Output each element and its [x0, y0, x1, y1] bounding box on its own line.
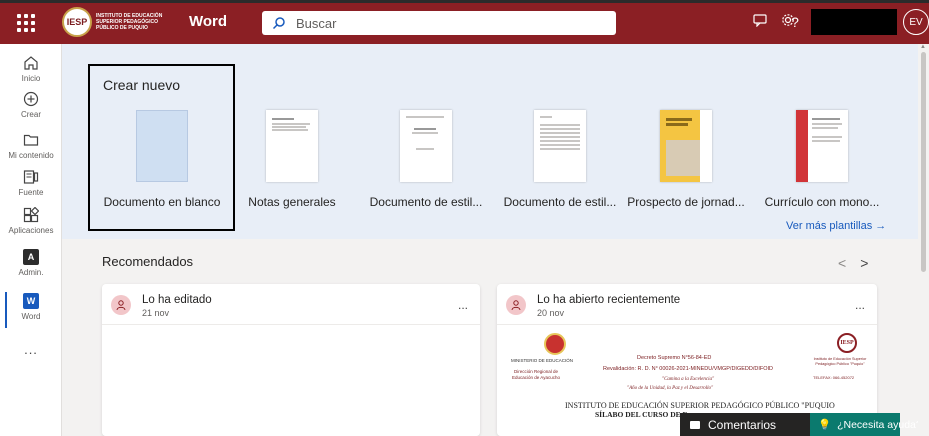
recommended-title: Recomendados — [102, 254, 194, 269]
rail-label: Admin. — [18, 268, 44, 277]
card-header: Lo ha abierto recientemente 20 nov ... — [497, 284, 877, 324]
top-bar: IESP Instituto de Educación Superior Ped… — [0, 0, 929, 44]
template-name: Prospecto de jornad... — [627, 195, 745, 209]
help-icon[interactable]: ? — [785, 12, 805, 32]
feed-icon — [22, 168, 40, 186]
rail-label: Mi contenido — [8, 151, 54, 160]
card-header: Lo ha editado 21 nov ... — [102, 284, 480, 324]
avatar[interactable]: EV — [903, 9, 929, 35]
preview-region: Dirección Regional de Educación de Ayacu… — [512, 369, 560, 380]
preview-silabo: SÍLABO DEL CURSO DE F — [595, 410, 688, 419]
preview-institute-small: Instituto de Educación Superior Pedagógi… — [813, 357, 867, 366]
search-placeholder: Buscar — [296, 15, 337, 31]
rail-item-admin[interactable]: A Admin. — [0, 248, 62, 288]
scroll-up-icon[interactable]: ▲ — [920, 44, 926, 50]
rail-label: Inicio — [21, 74, 41, 83]
card-activity: Lo ha editado — [142, 294, 212, 306]
template-blank[interactable]: Documento en blanco — [96, 110, 228, 209]
preview-decree: Decreto Supremo N°56-84-ED — [637, 355, 712, 361]
template-thumbnail — [796, 110, 848, 182]
rail-item-aplicaciones[interactable]: Aplicaciones — [0, 206, 62, 246]
template-name: Documento en blanco — [103, 195, 221, 209]
template-thumbnail — [136, 110, 188, 182]
preview-resolution: Revalidación: R. D. N° 00026-2021-MINEDU… — [603, 366, 773, 372]
chevron-right-icon[interactable]: > — [860, 255, 882, 271]
logo-text: Instituto de Educación Superior Pedagógi… — [96, 13, 163, 31]
scrollbar[interactable]: ▲ — [918, 44, 929, 436]
search-input[interactable]: Buscar — [262, 11, 616, 35]
template-name: Documento de estil... — [369, 195, 483, 209]
comments-label: Comentarios — [708, 417, 777, 432]
user-name-redacted — [811, 9, 897, 35]
rail-label: Aplicaciones — [8, 226, 54, 235]
preview-motto-2: "Año de la Unidad, la Paz y el Desarroll… — [627, 386, 714, 391]
admin-icon: A — [22, 248, 40, 266]
search-icon — [272, 17, 285, 30]
template-style-2[interactable]: Documento de estil... — [494, 110, 626, 209]
institute-seal-icon: IESP — [837, 333, 857, 353]
user-avatar-icon — [111, 295, 131, 315]
top-strip — [0, 0, 929, 3]
apps-icon — [22, 206, 40, 224]
template-thumbnail — [266, 110, 318, 182]
rail-label: Fuente — [18, 188, 44, 197]
template-name: Currículo con mono... — [764, 195, 880, 209]
template-thumbnail — [400, 110, 452, 182]
rail-item-word[interactable]: W Word — [0, 292, 62, 332]
preview-motto-1: "Camina a la Excelencia" — [662, 377, 715, 382]
logo-seal: IESP — [62, 7, 92, 37]
rail-label: Word — [21, 312, 41, 321]
waffle-icon[interactable] — [14, 11, 38, 35]
template-thumbnail — [660, 110, 712, 182]
comment-icon — [690, 420, 700, 429]
comments-button[interactable]: Comentarios — [680, 413, 810, 436]
home-icon — [22, 54, 40, 72]
card-activity: Lo ha abierto recientemente — [537, 294, 681, 306]
template-name: Notas generales — [248, 195, 336, 209]
preview-ministry: MINISTERIO DE EDUCACIÓN — [511, 358, 574, 363]
template-name: Documento de estil... — [503, 195, 617, 209]
user-avatar-icon — [506, 295, 526, 315]
rail-item-mi-contenido[interactable]: Mi contenido — [0, 131, 62, 171]
card-menu-button[interactable]: ... — [855, 298, 865, 312]
word-icon: W — [22, 292, 40, 310]
more-icon: ... — [24, 341, 38, 357]
card-date: 21 nov — [142, 308, 170, 318]
institution-logo[interactable]: IESP Instituto de Educación Superior Ped… — [62, 5, 168, 39]
more-templates-link[interactable]: Ver más plantillas → — [786, 220, 886, 232]
scroll-thumb[interactable] — [921, 52, 926, 272]
template-thumbnail — [534, 110, 586, 182]
recommended-card[interactable]: Lo ha editado 21 nov ... — [102, 284, 480, 436]
folder-icon — [22, 131, 40, 149]
rail-more-button[interactable]: ... — [0, 340, 62, 380]
carousel-nav: <> — [838, 255, 882, 271]
template-brochure[interactable]: Prospecto de jornad... — [620, 110, 752, 209]
create-title: Crear nuevo — [103, 77, 181, 93]
preview-telefax: TELEFAX: 066-452072 — [813, 375, 855, 380]
rail-label: Crear — [20, 110, 41, 119]
template-style-1[interactable]: Documento de estil... — [360, 110, 492, 209]
plus-circle-icon — [22, 90, 40, 108]
app-name[interactable]: Word — [189, 13, 227, 30]
template-notes[interactable]: Notas generales — [226, 110, 358, 209]
peru-shield-icon — [544, 333, 566, 355]
rail-item-crear[interactable]: Crear — [0, 90, 62, 130]
left-rail: Inicio Crear Mi contenido Fuente Aplicac… — [0, 44, 62, 436]
rail-item-fuente[interactable]: Fuente — [0, 168, 62, 208]
template-resume[interactable]: Currículo con mono... — [756, 110, 888, 209]
card-menu-button[interactable]: ... — [458, 298, 468, 312]
help-button[interactable]: 💡 ¿Necesita ayuda? — [810, 413, 922, 436]
card-date: 20 nov — [537, 308, 565, 318]
chevron-left-icon[interactable]: < — [838, 255, 860, 271]
help-label: ¿Necesita ayuda? — [837, 418, 922, 431]
preview-institute-title: INSTITUTO DE EDUCACIÓN SUPERIOR PEDAGÓGI… — [565, 401, 835, 410]
feedback-icon[interactable] — [750, 12, 770, 32]
rail-item-inicio[interactable]: Inicio — [0, 54, 62, 94]
lightbulb-icon: 💡 — [818, 419, 832, 431]
card-preview[interactable] — [102, 324, 480, 436]
